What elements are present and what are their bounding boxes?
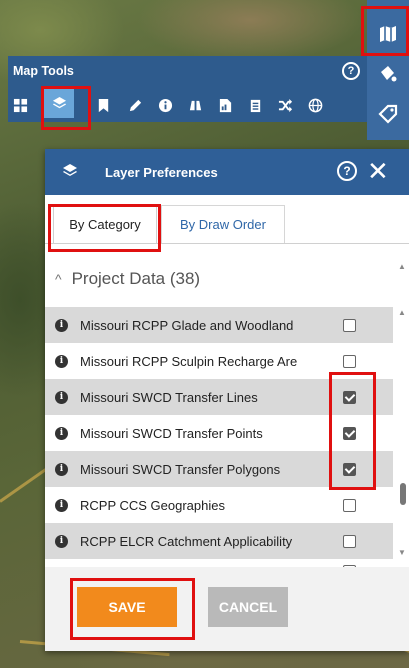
- layer-preferences-header: Layer Preferences ? ✕: [45, 149, 409, 195]
- layer-preferences-title: Layer Preferences: [105, 165, 218, 180]
- scroll-down-arrow[interactable]: ▼: [397, 547, 407, 557]
- layer-label: Missouri RCPP Sculpin Recharge Are: [80, 353, 298, 369]
- draw-tool[interactable]: [123, 88, 147, 122]
- layer-checkbox[interactable]: [343, 534, 356, 548]
- cancel-button[interactable]: CANCEL: [208, 587, 288, 627]
- layer-row: i RCPP ELCR Catchment Applicability: [45, 523, 393, 559]
- info-icon[interactable]: i: [55, 498, 68, 512]
- highlight-save-button: [70, 578, 195, 640]
- layer-label: RCPP CCS Geographies: [80, 497, 225, 513]
- map-tools-help-button[interactable]: ?: [342, 62, 360, 80]
- paint-bucket-icon: [381, 66, 397, 82]
- info-icon[interactable]: i: [55, 354, 68, 368]
- layers-icon: [63, 164, 77, 176]
- info-icon: [158, 98, 172, 112]
- report-icon: [219, 98, 231, 112]
- layer-label: Missouri SWCD Transfer Polygons: [80, 461, 281, 477]
- layer-label: RCPP ELCR Catchment Applicability: [80, 533, 293, 549]
- layer-row: i Missouri RCPP Glade and Woodland: [45, 307, 393, 343]
- binoculars-icon: [189, 100, 201, 110]
- globe-tool[interactable]: [303, 88, 327, 122]
- inner-scroll-up-arrow[interactable]: ▲: [397, 307, 407, 317]
- scroll-up-arrow[interactable]: ▲: [397, 261, 407, 271]
- highlight-checked-boxes: [329, 372, 376, 490]
- info-icon[interactable]: i: [55, 318, 68, 332]
- tab-by-draw-order[interactable]: By Draw Order: [161, 205, 285, 243]
- layer-row-partial: [45, 559, 393, 567]
- grid-tool[interactable]: [8, 88, 32, 122]
- layer-label: Missouri SWCD Transfer Lines: [80, 389, 258, 405]
- layer-label: Missouri RCPP Glade and Woodland: [80, 317, 294, 333]
- clipboard-icon: [250, 99, 260, 112]
- layer-checkbox[interactable]: [343, 354, 356, 368]
- info-icon[interactable]: i: [55, 462, 68, 476]
- pencil-icon: [129, 99, 141, 111]
- grid-icon: [13, 98, 27, 112]
- highlight-layers-tool: [41, 86, 91, 130]
- info-icon[interactable]: i: [55, 426, 68, 440]
- layer-row: i RCPP CCS Geographies: [45, 487, 393, 523]
- bookmark-tool[interactable]: [91, 88, 115, 122]
- info-icon[interactable]: i: [55, 534, 68, 548]
- style-button[interactable]: [367, 54, 409, 94]
- highlight-map-button: [361, 6, 409, 56]
- layer-preferences-help-button[interactable]: ?: [337, 161, 357, 181]
- category-label: Project Data (38): [71, 269, 201, 288]
- close-icon[interactable]: ✕: [367, 157, 389, 185]
- map-tools-title: Map Tools: [13, 64, 74, 78]
- chevron-up-icon: ^: [55, 271, 62, 287]
- globe-icon: [308, 98, 322, 112]
- find-tool[interactable]: [183, 88, 207, 122]
- layer-checkbox[interactable]: [343, 318, 356, 332]
- label-button[interactable]: [367, 94, 409, 134]
- info-icon[interactable]: i: [55, 390, 68, 404]
- scrollbar-thumb[interactable]: [400, 483, 406, 505]
- category-project-data[interactable]: ^ Project Data (38): [45, 259, 395, 299]
- shuffle-tool[interactable]: [273, 88, 297, 122]
- clipboard-tool[interactable]: [243, 88, 267, 122]
- shuffle-icon: [278, 98, 292, 112]
- highlight-by-category-tab: [48, 204, 161, 252]
- layer-checkbox[interactable]: [343, 498, 356, 512]
- tag-icon: [378, 104, 398, 124]
- layer-label: Missouri SWCD Transfer Points: [80, 425, 263, 441]
- bookmark-icon: [98, 98, 108, 112]
- report-tool[interactable]: [213, 88, 237, 122]
- identify-tool[interactable]: [153, 88, 177, 122]
